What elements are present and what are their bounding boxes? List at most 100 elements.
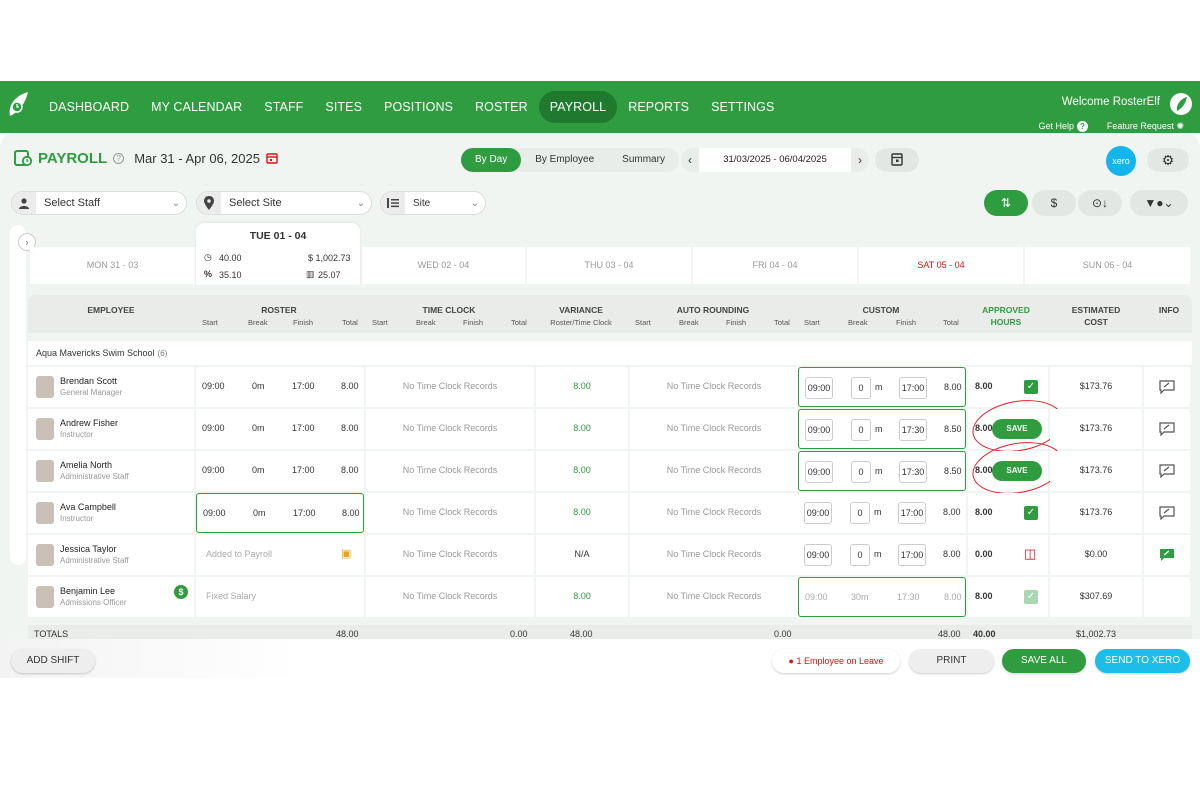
xero-button[interactable]: xero (1106, 146, 1136, 176)
approved-cell[interactable]: 8.00 ✓ (968, 493, 1048, 533)
employee-name[interactable]: Ava Campbell (60, 502, 116, 512)
calendar-icon[interactable] (266, 152, 278, 164)
settings-button[interactable]: ⚙ (1147, 148, 1189, 172)
custom-cell[interactable]: 09:00 0 m 17:30 8.50 (798, 451, 966, 491)
employee-cell[interactable]: Amelia North Administrative Staff (28, 451, 194, 491)
help-icon[interactable]: ? (113, 152, 125, 164)
approved-cell[interactable]: 8.00 ✓ (968, 577, 1048, 617)
employee-cell[interactable]: Andrew Fisher Instructor (28, 409, 194, 449)
custom-break-input[interactable]: 0 (850, 544, 870, 566)
filter-button[interactable]: ▼●⌄ (1130, 190, 1188, 216)
info-cell[interactable] (1144, 409, 1190, 449)
calendar-picker-button[interactable] (875, 148, 919, 172)
sort-button[interactable]: ⇅ (984, 190, 1028, 216)
custom-start-input[interactable]: 09:00 (805, 461, 833, 483)
roster-cell[interactable]: 09:00 0m 17:00 8.00 (196, 367, 364, 407)
day-tab-mon[interactable]: MON 31 - 03 (30, 247, 195, 284)
period-value[interactable]: 31/03/2025 - 06/04/2025 (699, 148, 851, 172)
roster-cell[interactable]: Fixed Salary (196, 577, 364, 617)
day-tab-tue[interactable]: TUE 01 - 04 ◷ 40.00 $ 1,002.73 % 35.10 ▥… (196, 223, 360, 285)
roster-cell[interactable]: 09:00 0m 17:00 8.00 (196, 451, 364, 491)
tab-summary[interactable]: Summary (608, 148, 679, 172)
get-help-link[interactable]: Get Help? (1038, 121, 1088, 132)
user-avatar[interactable] (1170, 93, 1192, 115)
employee-cell[interactable]: Ava Campbell Instructor (28, 493, 194, 533)
note-icon[interactable] (1159, 464, 1175, 478)
info-cell[interactable] (1144, 451, 1190, 491)
custom-finish-input[interactable]: 17:00 (898, 502, 926, 524)
custom-break-input[interactable]: 0 (851, 377, 871, 399)
employee-name[interactable]: Brendan Scott (60, 376, 117, 386)
day-tab-wed[interactable]: WED 02 - 04 (362, 247, 525, 284)
custom-cell[interactable]: 09:00 0 m 17:00 8.00 (798, 535, 966, 575)
info-cell[interactable] (1144, 493, 1190, 533)
custom-break[interactable]: 30m (851, 592, 869, 602)
note-filled-icon[interactable] (1159, 548, 1175, 562)
day-tab-fri[interactable]: FRI 04 - 04 (693, 247, 857, 284)
employee-leave-button[interactable]: ● 1 Employee on Leave (772, 649, 900, 673)
add-shift-button[interactable]: ADD SHIFT (11, 649, 95, 673)
custom-break-input[interactable]: 0 (851, 461, 871, 483)
day-tab-sun[interactable]: SUN 06 - 04 (1025, 247, 1190, 284)
approved-cell[interactable]: 8.00 SAVE (968, 435, 1068, 501)
employee-name[interactable]: Amelia North (60, 460, 112, 470)
select-staff-dropdown[interactable]: Select Staff ⌄ (11, 191, 187, 215)
day-tab-sat[interactable]: SAT 05 - 04 (859, 247, 1023, 284)
roster-cell[interactable]: Added to Payroll ▣ (196, 535, 364, 575)
custom-cell[interactable]: 09:00 0 m 17:00 8.00 (798, 367, 966, 407)
employee-cell[interactable]: Benjamin Lee Admissions Officer $ (28, 577, 194, 617)
custom-finish[interactable]: 17:30 (897, 592, 920, 602)
calendar-added-icon[interactable]: ▣ (341, 547, 351, 560)
save-all-button[interactable]: SAVE ALL (1002, 649, 1086, 673)
custom-finish-input[interactable]: 17:00 (899, 377, 927, 399)
print-button[interactable]: PRINT (909, 649, 994, 673)
prev-period-button[interactable]: ‹ (681, 153, 699, 167)
note-icon[interactable] (1159, 422, 1175, 436)
approve-checkbox[interactable]: ✓ (1024, 506, 1038, 520)
custom-cell[interactable]: 09:00 30m 17:30 8.00 (798, 577, 966, 617)
custom-finish-input[interactable]: 17:00 (898, 544, 926, 566)
custom-start-input[interactable]: 09:00 (804, 502, 832, 524)
employee-cell[interactable]: Brendan Scott General Manager (28, 367, 194, 407)
group-by-select[interactable]: Site ⌄ (380, 191, 486, 215)
info-cell[interactable] (1144, 535, 1190, 575)
employee-name[interactable]: Benjamin Lee (60, 586, 115, 596)
custom-start[interactable]: 09:00 (805, 592, 828, 602)
employee-cell[interactable]: Jessica Taylor Administrative Staff (28, 535, 194, 575)
approve-checkbox[interactable]: ✓ (1024, 380, 1038, 394)
approve-checkbox[interactable]: ✓ (1024, 590, 1038, 604)
rosterelf-logo-icon[interactable] (6, 90, 30, 120)
send-to-xero-button[interactable]: SEND TO XERO (1095, 649, 1190, 673)
custom-finish-input[interactable]: 17:30 (899, 419, 927, 441)
day-tab-thu[interactable]: THU 03 - 04 (527, 247, 691, 284)
next-period-button[interactable]: › (851, 153, 869, 167)
tab-by-day[interactable]: By Day (461, 148, 522, 172)
note-icon[interactable] (1159, 506, 1175, 520)
employee-name[interactable]: Jessica Taylor (60, 544, 116, 554)
custom-start-input[interactable]: 09:00 (804, 544, 832, 566)
custom-break-input[interactable]: 0 (851, 419, 871, 441)
welcome-text[interactable]: Welcome RosterElf (1062, 96, 1160, 108)
feature-request-link[interactable]: Feature Request ✺ (1107, 121, 1184, 132)
custom-total: 8.00 (944, 382, 962, 392)
employee-name[interactable]: Andrew Fisher (60, 418, 118, 428)
custom-cell[interactable]: 09:00 0 m 17:00 8.00 (798, 493, 966, 533)
leave-icon[interactable]: ◫ (1024, 546, 1036, 562)
custom-finish-input[interactable]: 17:30 (899, 461, 927, 483)
custom-break-input[interactable]: 0 (850, 502, 870, 524)
custom-start-input[interactable]: 09:00 (805, 377, 833, 399)
time-sort-button[interactable]: ⊙↓ (1078, 190, 1122, 216)
note-icon[interactable] (1159, 380, 1175, 394)
roster-cell[interactable]: 09:00 0m 17:00 8.00 (196, 409, 364, 449)
select-site-dropdown[interactable]: Select Site ⌄ (196, 191, 372, 215)
approved-cell[interactable]: 0.00 ◫ (968, 535, 1048, 575)
approved-hours: 8.00 (975, 507, 993, 517)
cost-toggle-button[interactable]: $ (1032, 190, 1076, 216)
info-cell[interactable] (1144, 367, 1190, 407)
roster-cell[interactable]: 09:00 0m 17:00 8.00 (196, 493, 364, 533)
tab-by-employee[interactable]: By Employee (521, 148, 608, 172)
site-group-header[interactable]: Aqua Mavericks Swim School (6) (28, 341, 1192, 365)
custom-start-input[interactable]: 09:00 (805, 419, 833, 441)
info-cell[interactable] (1144, 577, 1190, 617)
custom-cell[interactable]: 09:00 0 m 17:30 8.50 (798, 409, 966, 449)
